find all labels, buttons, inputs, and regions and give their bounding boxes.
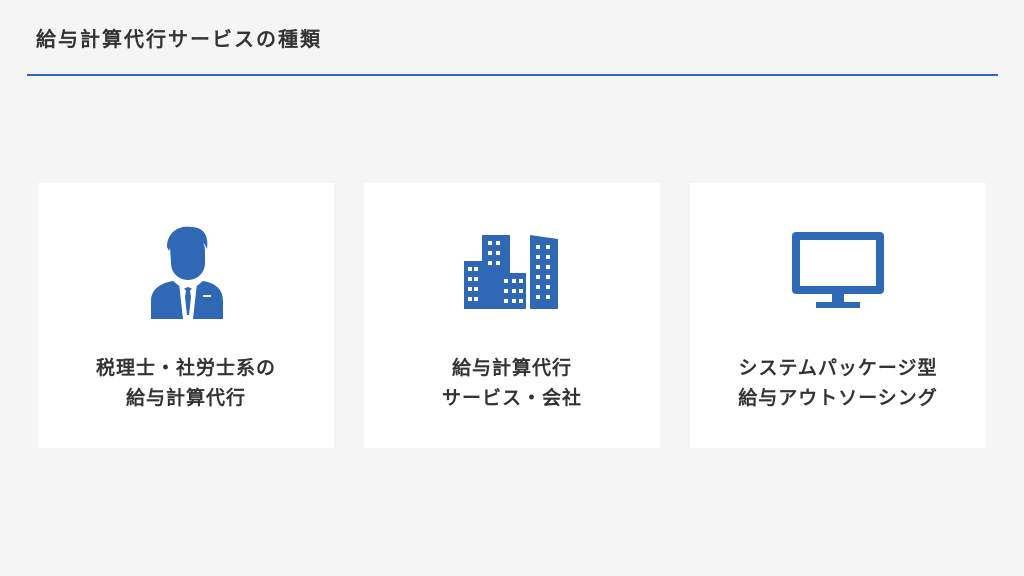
office-buildings-icon bbox=[462, 221, 562, 321]
businessman-icon bbox=[136, 221, 236, 321]
service-card-company: 給与計算代行 サービス・会社 bbox=[364, 183, 660, 448]
card-label: 税理士・社労士系の 給与計算代行 bbox=[38, 353, 334, 413]
card-label-line1: システムパッケージ型 bbox=[738, 357, 938, 379]
computer-monitor-icon bbox=[788, 221, 888, 321]
service-card-accountant: 税理士・社労士系の 給与計算代行 bbox=[38, 183, 334, 448]
card-label-line2: 給与計算代行 bbox=[125, 387, 246, 409]
card-label-line1: 税理士・社労士系の bbox=[95, 357, 276, 379]
card-label-line1: 給与計算代行 bbox=[451, 357, 572, 379]
card-label-line2: 給与アウトソーシング bbox=[738, 387, 938, 409]
card-label-line2: サービス・会社 bbox=[441, 387, 582, 409]
title-underline bbox=[27, 74, 998, 76]
card-label: システムパッケージ型 給与アウトソーシング bbox=[690, 353, 986, 413]
card-label: 給与計算代行 サービス・会社 bbox=[364, 353, 660, 413]
service-card-system-package: システムパッケージ型 給与アウトソーシング bbox=[690, 183, 986, 448]
page-title: 給与計算代行サービスの種類 bbox=[36, 27, 322, 51]
